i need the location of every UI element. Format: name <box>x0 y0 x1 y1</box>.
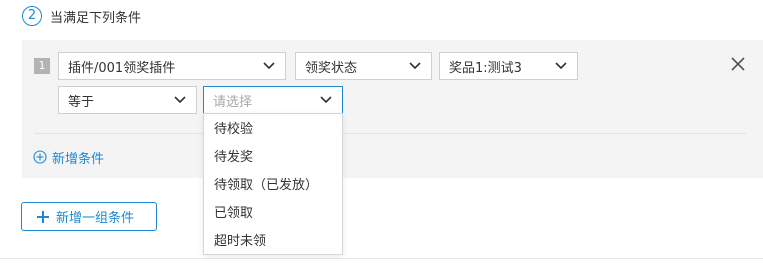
prize-select-value: 奖品1:测试3 <box>449 60 522 76</box>
dropdown-option[interactable]: 待校验 <box>204 116 342 144</box>
value-select[interactable]: 请选择 <box>203 86 343 114</box>
add-condition-group-label: 新增一组条件 <box>56 211 135 226</box>
plugin-select[interactable]: 插件/001领奖插件 <box>58 52 286 80</box>
value-dropdown-menu: 待校验 待发奖 待领取（已发放） 已领取 超时未领 <box>203 113 343 255</box>
chevron-down-icon <box>263 60 275 72</box>
add-circle-icon <box>33 150 47 164</box>
section-bottom-divider <box>0 258 763 259</box>
value-select-placeholder: 请选择 <box>213 94 253 110</box>
plus-icon <box>36 210 50 224</box>
chevron-down-icon <box>409 60 421 72</box>
dropdown-option[interactable]: 已领取 <box>204 200 342 228</box>
step-title: 当满足下列条件 <box>50 10 142 26</box>
condition-row-number: 1 <box>34 58 50 74</box>
operator-select[interactable]: 等于 <box>58 86 197 114</box>
field-select[interactable]: 领奖状态 <box>295 52 432 80</box>
chevron-down-icon <box>320 94 332 106</box>
divider <box>34 133 746 134</box>
dropdown-option[interactable]: 待发奖 <box>204 144 342 172</box>
step-header: 2 当满足下列条件 <box>22 5 141 27</box>
add-condition-group-button[interactable]: 新增一组条件 <box>21 202 157 231</box>
operator-select-value: 等于 <box>68 94 95 110</box>
chevron-down-icon <box>555 60 567 72</box>
prize-select[interactable]: 奖品1:测试3 <box>439 52 578 80</box>
dropdown-option[interactable]: 超时未领 <box>204 228 342 256</box>
add-condition-link[interactable]: 新增条件 <box>33 147 104 167</box>
close-icon <box>730 56 746 76</box>
plugin-select-value: 插件/001领奖插件 <box>68 60 176 76</box>
add-condition-label: 新增条件 <box>52 151 105 167</box>
dropdown-option[interactable]: 待领取（已发放） <box>204 172 342 200</box>
step-number-badge: 2 <box>22 6 42 26</box>
remove-condition-button[interactable] <box>728 56 748 76</box>
chevron-down-icon <box>174 94 186 106</box>
field-select-value: 领奖状态 <box>305 60 358 76</box>
